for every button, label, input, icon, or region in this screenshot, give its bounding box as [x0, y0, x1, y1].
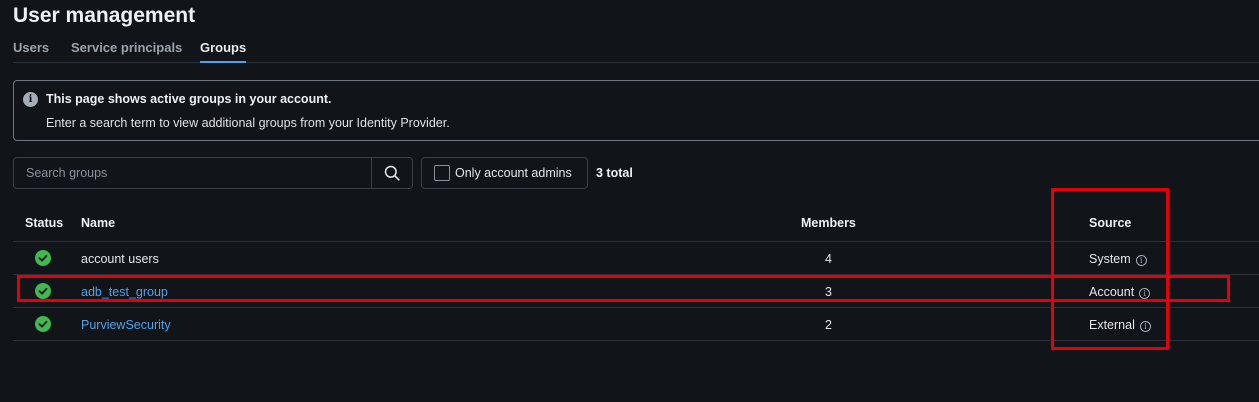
column-header-source[interactable]: Source: [1089, 216, 1131, 230]
info-banner-text: Enter a search term to view additional g…: [46, 116, 450, 130]
table-row[interactable]: adb_test_group 3 Account i: [13, 275, 1259, 308]
only-account-admins-label: Only account admins: [455, 166, 572, 180]
search-button[interactable]: [371, 158, 412, 188]
column-header-name[interactable]: Name: [81, 216, 115, 230]
only-account-admins-filter[interactable]: Only account admins: [421, 157, 588, 189]
info-icon[interactable]: i: [1139, 288, 1151, 299]
group-source: Account i: [1089, 285, 1151, 299]
check-circle-icon: [35, 250, 51, 266]
group-members: 2: [825, 318, 832, 332]
column-header-members[interactable]: Members: [801, 216, 856, 230]
group-name-link[interactable]: adb_test_group: [81, 285, 168, 299]
table-header: Status Name Members Source: [13, 207, 1259, 242]
group-members: 4: [825, 252, 832, 266]
total-count: 3 total: [596, 166, 633, 180]
column-header-status[interactable]: Status: [25, 216, 63, 230]
tab-service-principals[interactable]: Service principals: [71, 40, 182, 61]
group-name-link[interactable]: PurviewSecurity: [81, 318, 171, 332]
info-icon[interactable]: i: [1135, 255, 1147, 266]
info-icon: i: [23, 92, 38, 107]
tab-groups[interactable]: Groups: [200, 40, 247, 63]
search-box: [13, 157, 413, 189]
search-input[interactable]: [14, 158, 372, 188]
info-icon[interactable]: i: [1139, 321, 1151, 332]
group-source-label: Account: [1089, 285, 1135, 299]
group-name: account users: [81, 252, 159, 266]
groups-table: Status Name Members Source account users…: [13, 207, 1259, 341]
check-circle-icon: [35, 283, 51, 299]
only-account-admins-checkbox[interactable]: [434, 165, 450, 181]
tab-bar: Users Service principals Groups: [13, 34, 1259, 63]
group-source: System i: [1089, 252, 1147, 266]
tab-users[interactable]: Users: [13, 40, 49, 61]
group-source-label: System: [1089, 252, 1131, 266]
check-circle-icon: [35, 316, 51, 332]
info-banner-title: This page shows active groups in your ac…: [46, 92, 332, 106]
group-source: External i: [1089, 318, 1151, 332]
search-icon: [384, 165, 400, 181]
table-row[interactable]: account users 4 System i: [13, 242, 1259, 275]
info-banner: i This page shows active groups in your …: [13, 80, 1259, 141]
group-members: 3: [825, 285, 832, 299]
page-title: User management: [13, 4, 196, 27]
table-row[interactable]: PurviewSecurity 2 External i: [13, 308, 1259, 341]
group-source-label: External: [1089, 318, 1135, 332]
